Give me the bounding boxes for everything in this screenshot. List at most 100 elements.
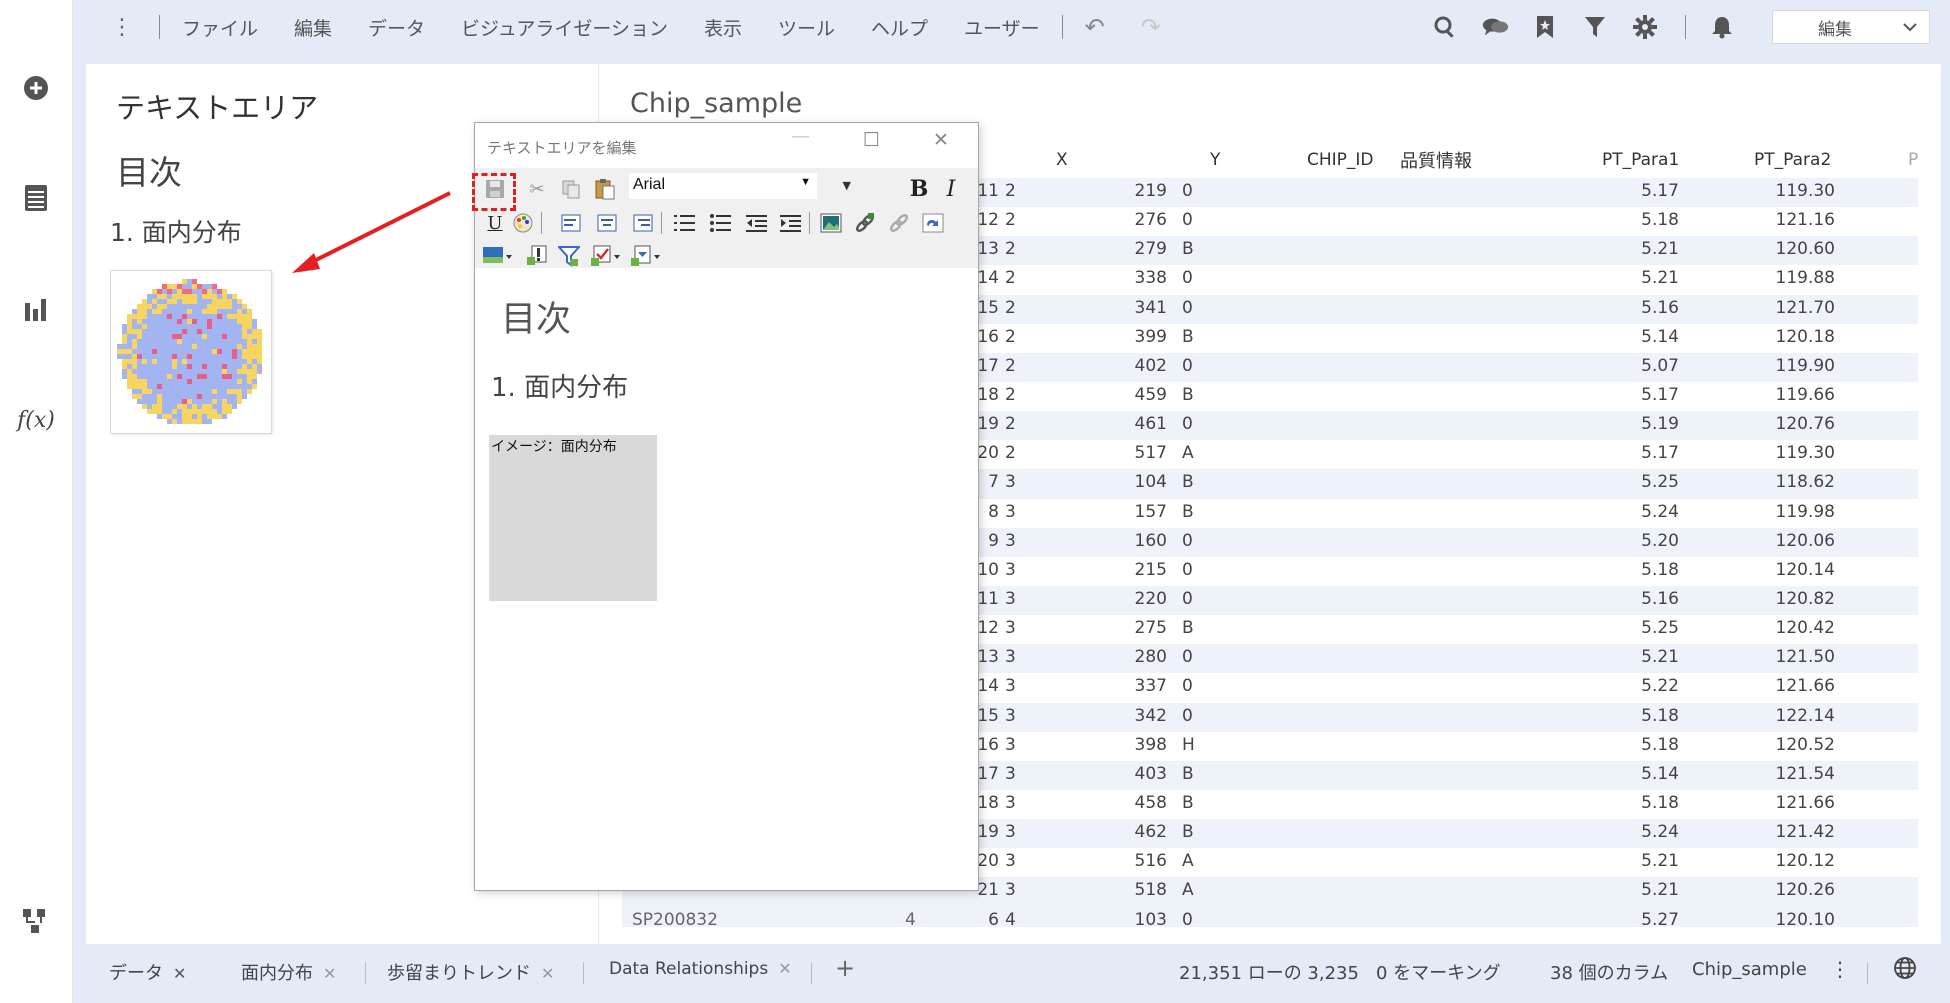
- add-tab-button[interactable]: +: [835, 954, 855, 982]
- insert-checkbox-list-icon[interactable]: [589, 244, 623, 268]
- menu-tools[interactable]: ツール: [778, 14, 835, 41]
- wafer-die: [152, 404, 157, 409]
- wafer-die: [212, 319, 217, 324]
- tab-yield-trend[interactable]: 歩留まりトレンド ✕: [387, 959, 554, 985]
- indent-icon[interactable]: [779, 211, 803, 235]
- remove-link-icon[interactable]: [887, 211, 911, 235]
- menu-user[interactable]: ユーザー: [964, 14, 1040, 41]
- copy-icon[interactable]: [559, 177, 583, 201]
- menu-edit[interactable]: 編集: [294, 14, 332, 41]
- bell-icon[interactable]: [1708, 13, 1736, 41]
- wafer-die: [122, 354, 127, 359]
- underline-icon[interactable]: U: [483, 211, 507, 235]
- redo-icon[interactable]: ↷: [1141, 13, 1161, 41]
- function-icon[interactable]: f(x): [17, 404, 55, 436]
- wafer-die: [152, 399, 157, 404]
- bold-icon[interactable]: B: [907, 176, 931, 202]
- column-header-chip-id[interactable]: CHIP_ID: [1307, 150, 1374, 174]
- maximize-icon[interactable]: ☐: [863, 129, 880, 151]
- add-icon[interactable]: [20, 72, 52, 104]
- minimize-icon[interactable]: —: [791, 125, 810, 147]
- font-select[interactable]: Arial ▼: [629, 173, 817, 199]
- kebab-menu-icon[interactable]: ⋮: [107, 15, 137, 40]
- column-header-pt-para1[interactable]: PT_Para1: [1602, 150, 1679, 174]
- status-marked[interactable]: 0 をマーキング: [1376, 959, 1501, 985]
- insert-image-icon[interactable]: [819, 211, 843, 235]
- insert-filter-icon[interactable]: [557, 244, 581, 268]
- bookmark-icon[interactable]: [1531, 13, 1559, 41]
- insert-action-icon[interactable]: [921, 211, 945, 235]
- insert-link-icon[interactable]: [853, 211, 877, 235]
- italic-icon[interactable]: I: [939, 177, 963, 202]
- menu-file[interactable]: ファイル: [182, 14, 258, 41]
- wafer-map-thumbnail[interactable]: [110, 270, 272, 434]
- wafer-die: [212, 404, 217, 409]
- color-palette-icon[interactable]: [511, 211, 535, 235]
- wafer-die: [242, 319, 247, 324]
- insert-property-control-icon[interactable]: [481, 244, 515, 268]
- align-right-icon[interactable]: [631, 211, 655, 235]
- visualization-icon[interactable]: [20, 293, 52, 325]
- globe-icon[interactable]: [1893, 956, 1917, 985]
- table-row[interactable]: SP200832 4 4 6 103 0 5.27 120.10: [622, 906, 1918, 927]
- cell-quality: B: [1182, 792, 1194, 813]
- editor-image-placeholder[interactable]: イメージ：面内分布: [489, 435, 657, 601]
- menu-help[interactable]: ヘルプ: [871, 14, 928, 41]
- editor-heading[interactable]: 目次: [501, 291, 571, 342]
- wafer-die: [177, 299, 182, 304]
- insert-warning-icon[interactable]: [525, 244, 549, 268]
- wafer-die: [217, 359, 222, 364]
- tab-data[interactable]: データ ✕: [109, 959, 186, 985]
- status-table-name[interactable]: Chip_sample: [1692, 959, 1807, 980]
- status-menu-icon[interactable]: ⋮: [1830, 957, 1850, 981]
- wafer-die: [177, 324, 182, 329]
- align-center-icon[interactable]: [595, 211, 619, 235]
- wafer-die: [167, 289, 172, 294]
- tab-data-relationships[interactable]: Data Relationships ✕: [609, 959, 792, 979]
- cell-quality: B: [1182, 763, 1194, 784]
- search-icon[interactable]: [1431, 13, 1459, 41]
- wafer-die: [172, 409, 177, 414]
- close-tab-icon[interactable]: ✕: [173, 964, 186, 983]
- wafer-die: [212, 294, 217, 299]
- gear-icon[interactable]: [1631, 13, 1659, 41]
- data-panel-icon[interactable]: [20, 182, 52, 214]
- close-tab-icon[interactable]: ✕: [541, 964, 554, 983]
- cell-chip-id: 338: [1134, 268, 1167, 289]
- close-tab-icon[interactable]: ✕: [778, 959, 791, 978]
- menu-visualization[interactable]: ビジュアライゼーション: [461, 14, 668, 41]
- undo-icon[interactable]: ↶: [1085, 13, 1105, 41]
- wafer-die: [147, 319, 152, 324]
- align-left-icon[interactable]: [559, 211, 583, 235]
- tab-in-plane-distribution[interactable]: 面内分布 ✕: [241, 959, 336, 985]
- collaboration-icon[interactable]: [1481, 13, 1509, 41]
- font-size-select[interactable]: ▼: [825, 173, 853, 199]
- filter-icon[interactable]: [1581, 13, 1609, 41]
- menu-data[interactable]: データ: [368, 14, 425, 41]
- wafer-die: [217, 379, 222, 384]
- column-header-pt-para2[interactable]: PT_Para2: [1754, 150, 1831, 174]
- column-header-y[interactable]: Y: [1210, 150, 1220, 174]
- bullet-list-icon[interactable]: [709, 211, 733, 235]
- wafer-die: [222, 404, 227, 409]
- numbered-list-icon[interactable]: [673, 211, 697, 235]
- column-header-x[interactable]: X: [1056, 150, 1068, 174]
- close-icon[interactable]: ✕: [933, 129, 949, 151]
- cell-y: 9: [988, 530, 999, 551]
- data-canvas-icon[interactable]: [20, 906, 52, 938]
- left-rail: f(x): [0, 0, 73, 1003]
- status-columns[interactable]: 38 個のカラム: [1550, 959, 1668, 985]
- editor-subheading[interactable]: 1. 面内分布: [491, 367, 628, 404]
- insert-dropdown-icon[interactable]: [629, 244, 663, 268]
- wafer-die: [132, 359, 137, 364]
- wafer-die: [192, 409, 197, 414]
- outdent-icon[interactable]: [745, 211, 769, 235]
- column-header-quality[interactable]: 品質情報: [1400, 147, 1472, 172]
- wafer-die: [207, 399, 212, 404]
- column-header-more[interactable]: P: [1908, 150, 1918, 174]
- menu-view[interactable]: 表示: [704, 14, 742, 41]
- close-tab-icon[interactable]: ✕: [323, 964, 336, 983]
- cut-icon[interactable]: ✂: [525, 177, 549, 201]
- mode-select[interactable]: 編集: [1772, 10, 1930, 44]
- paste-icon[interactable]: [593, 177, 617, 201]
